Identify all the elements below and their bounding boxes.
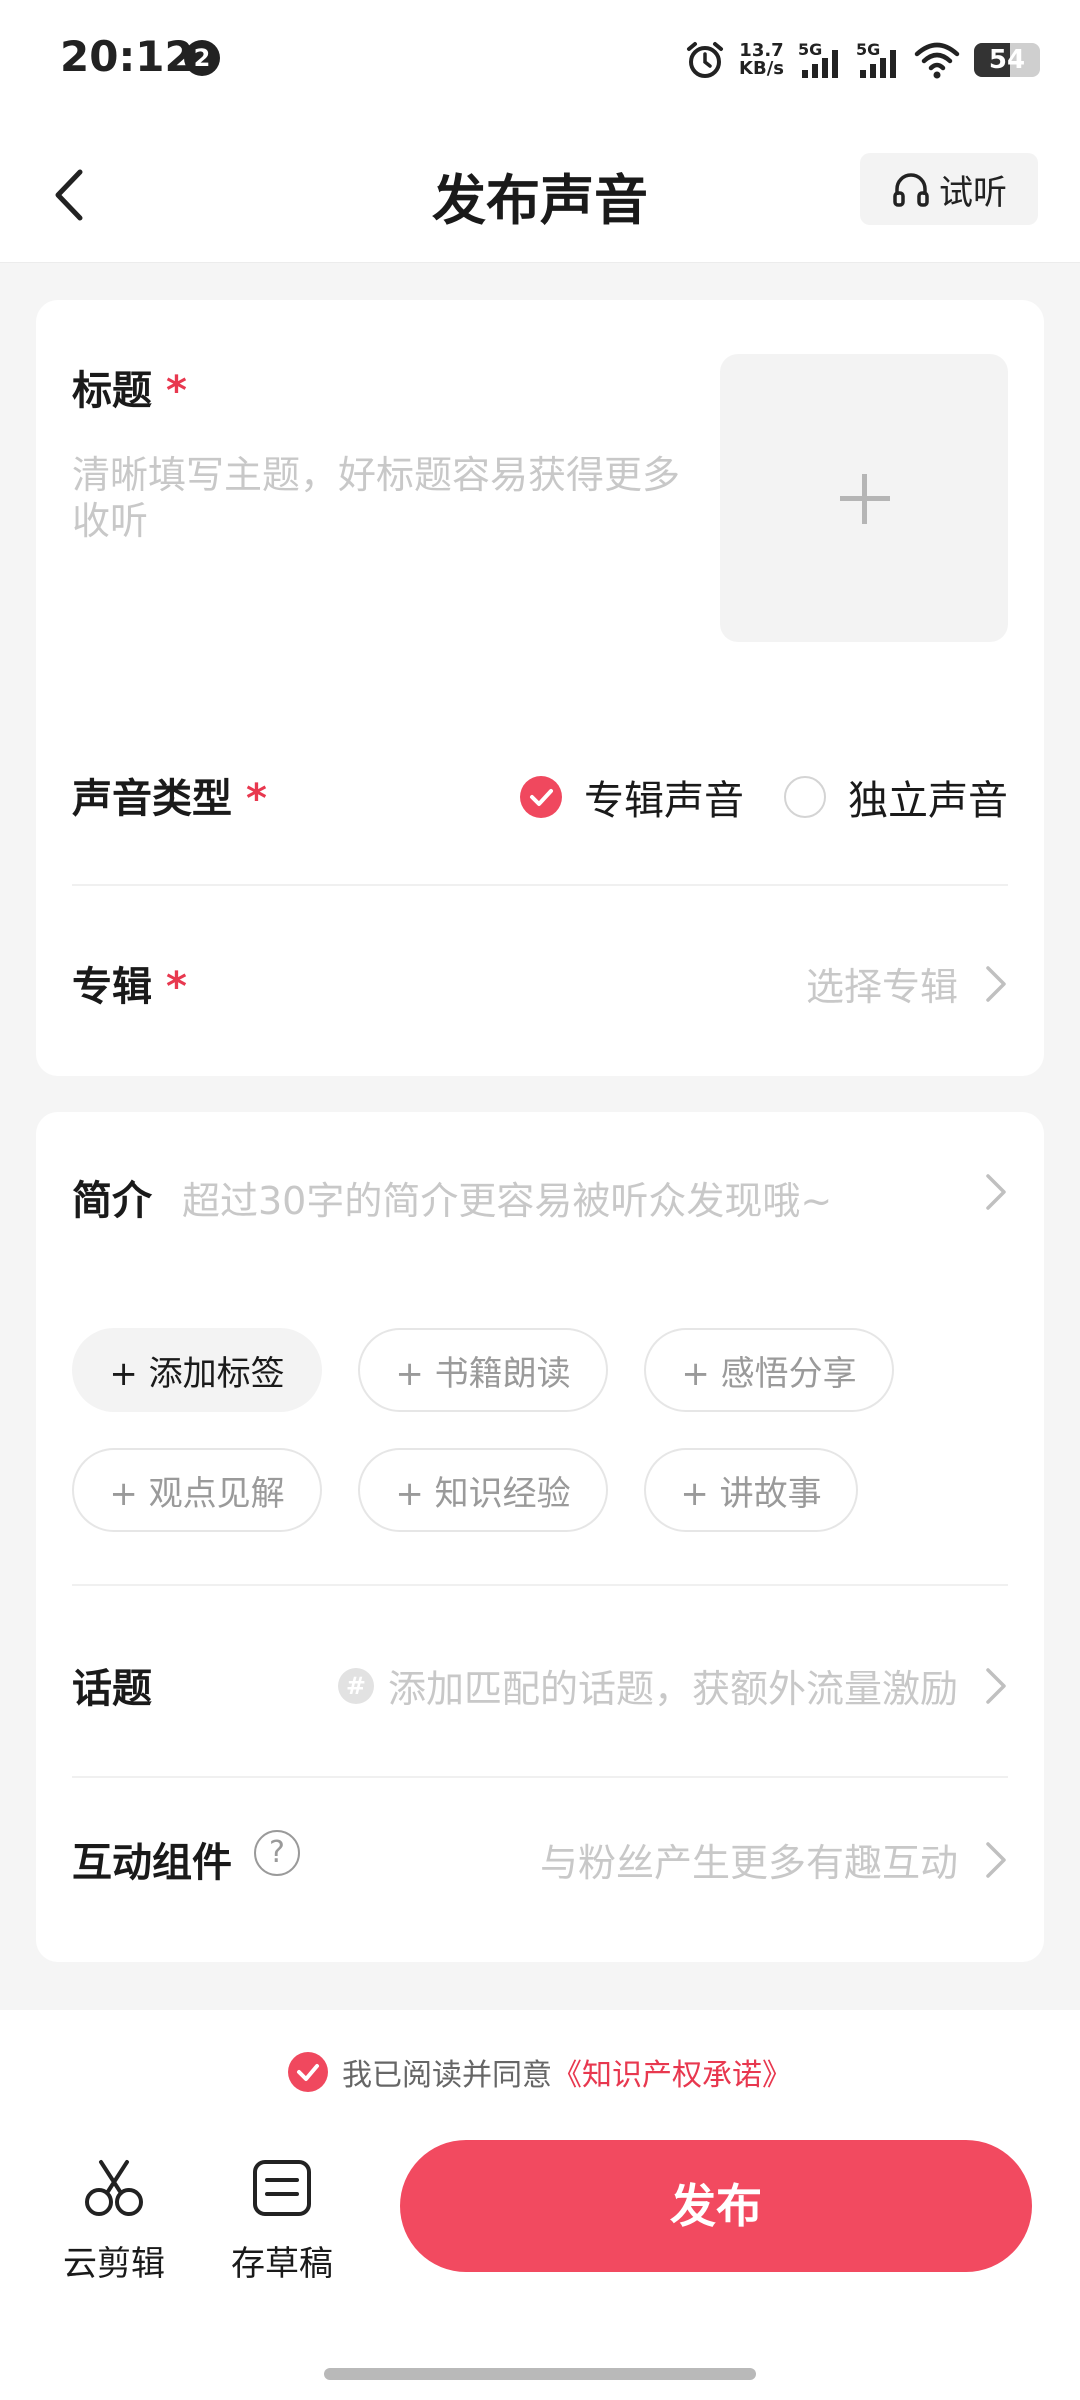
tag-insight-sharing[interactable]: + 感悟分享: [644, 1328, 894, 1412]
signal-strength-icon: 5G: [798, 40, 842, 80]
tag-knowledge[interactable]: + 知识经验: [358, 1448, 608, 1532]
hashtag-icon: #: [337, 1667, 374, 1704]
notification-badge: 2: [184, 40, 220, 76]
divider: [72, 1776, 1008, 1778]
radio-unchecked-icon: [784, 776, 826, 818]
cloud-edit-button[interactable]: 云剪辑: [54, 2158, 174, 2285]
divider: [72, 1584, 1008, 1586]
agreement-checkbox[interactable]: [288, 2052, 328, 2092]
preview-listen-button[interactable]: 试听: [860, 153, 1038, 225]
publish-button[interactable]: 发布: [400, 2140, 1032, 2272]
save-draft-button[interactable]: 存草稿: [222, 2158, 342, 2285]
add-topic-button[interactable]: # 添加匹配的话题，获额外流量激励: [337, 1658, 1008, 1713]
draft-icon: [253, 2160, 311, 2216]
signal-strength-icon-2: 5G: [856, 40, 900, 80]
radio-album-sound[interactable]: 专辑声音: [520, 768, 744, 826]
tag-storytelling[interactable]: + 讲故事: [644, 1448, 858, 1532]
sound-type-label: 声音类型 *: [72, 776, 267, 822]
tag-opinions[interactable]: + 观点见解: [72, 1448, 322, 1532]
add-tag-button[interactable]: + 添加标签: [72, 1328, 322, 1412]
radio-independent-sound[interactable]: 独立声音: [784, 768, 1008, 826]
chevron-right-icon: [986, 1841, 1006, 1878]
preview-label: 试听: [939, 172, 1007, 213]
agreement-text: 我已阅读并同意: [342, 2058, 552, 2093]
alarm-icon: [687, 42, 724, 78]
title-input[interactable]: 清晰填写主题，好标题容易获得更多收听: [72, 452, 692, 544]
add-cover-button[interactable]: [720, 354, 1008, 642]
headphones-icon: [893, 173, 929, 207]
chevron-right-icon[interactable]: [984, 1172, 1008, 1212]
navigation-header: 发布声音 试听: [0, 120, 1080, 263]
chevron-right-icon: [986, 1667, 1006, 1704]
status-bar: 20:12 2 13.7 KB/s 5G 5G 54: [0, 0, 1080, 120]
status-icons: 13.7 KB/s 5G 5G 54: [685, 36, 1040, 84]
interaction-widget-label: 互动组件: [72, 1840, 232, 1886]
title-field-label: 标题 *: [72, 368, 187, 414]
interaction-widget-button[interactable]: 与粉丝产生更多有趣互动: [540, 1832, 1008, 1887]
tag-book-reading[interactable]: + 书籍朗读: [358, 1328, 608, 1412]
chevron-right-icon: [986, 965, 1006, 1002]
scissors-icon: [85, 2160, 143, 2216]
required-mark: *: [166, 368, 187, 414]
bottom-action-bar: 我已阅读并同意 《知识产权承诺》 云剪辑 存草稿 发布: [0, 2010, 1080, 2400]
details-card: 简介 超过30字的简介更容易被听众发现哦~ + 添加标签 + 书籍朗读 + 感悟…: [36, 1112, 1044, 1962]
intro-label: 简介: [72, 1178, 152, 1224]
home-indicator[interactable]: [324, 2368, 756, 2380]
agreement-row: 我已阅读并同意 《知识产权承诺》: [0, 2050, 1080, 2094]
topic-label: 话题: [72, 1666, 152, 1712]
wifi-icon: [914, 42, 960, 79]
agreement-link[interactable]: 《知识产权承诺》: [552, 2050, 792, 2094]
help-icon[interactable]: ?: [254, 1830, 300, 1876]
status-time: 20:12: [60, 32, 194, 81]
intro-input[interactable]: 超过30字的简介更容易被听众发现哦~: [182, 1170, 832, 1225]
sound-type-radio-group: 专辑声音 独立声音: [520, 768, 1008, 826]
network-speed: 13.7 KB/s: [739, 40, 784, 79]
basic-info-card: 标题 * 清晰填写主题，好标题容易获得更多收听 声音类型 * 专辑声音 独立声音 专…: [36, 300, 1044, 1076]
album-label: 专辑 *: [72, 964, 187, 1010]
select-album-button[interactable]: 选择专辑: [806, 956, 1008, 1011]
divider: [72, 884, 1008, 886]
radio-checked-icon: [520, 776, 562, 818]
battery-icon: 54: [974, 43, 1040, 77]
